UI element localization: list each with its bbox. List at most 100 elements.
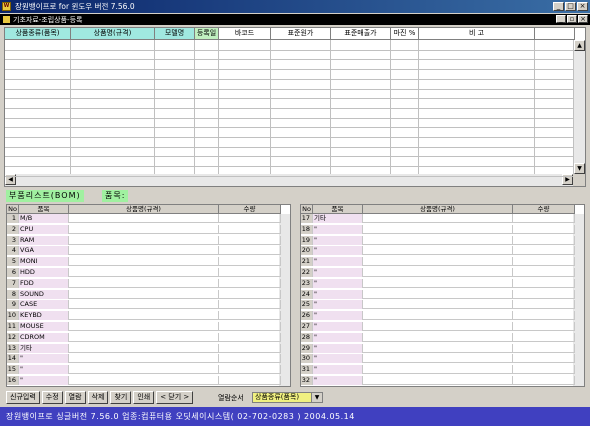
bom-row-spec[interactable]: [363, 257, 513, 267]
delete-button[interactable]: 삭제: [87, 391, 109, 404]
bom-row-qty[interactable]: [513, 343, 575, 353]
bom-row[interactable]: 20 ": [301, 246, 575, 256]
bom-row-item[interactable]: ": [19, 354, 69, 364]
bom-row-qty[interactable]: [513, 332, 575, 342]
bom-row-item[interactable]: ": [313, 322, 363, 331]
product-grid-row[interactable]: [5, 137, 573, 138]
bom-row-qty[interactable]: [219, 278, 281, 288]
bom-row[interactable]: 8 SOUND: [7, 289, 281, 299]
bom-row-qty[interactable]: [219, 332, 281, 342]
bom-row-qty[interactable]: [513, 257, 575, 267]
bom-row-spec[interactable]: [363, 235, 513, 245]
bom-row[interactable]: 31 ": [301, 365, 575, 375]
find-button[interactable]: 찾기: [110, 391, 132, 404]
bom-row-qty[interactable]: [513, 246, 575, 256]
product-grid-vscroll[interactable]: ▲ ▼: [573, 40, 585, 174]
bom-row-spec[interactable]: [363, 311, 513, 321]
bom-row-spec[interactable]: [363, 300, 513, 310]
bom-row[interactable]: 4 VGA: [7, 246, 281, 256]
bom-row[interactable]: 23 ": [301, 278, 575, 288]
bom-row[interactable]: 12 CDROM: [7, 332, 281, 342]
product-grid-header[interactable]: 표준원가: [271, 28, 331, 40]
bom-row-item[interactable]: ": [313, 311, 363, 321]
bom-row[interactable]: 15 ": [7, 365, 281, 375]
product-grid-row[interactable]: [5, 127, 573, 129]
bom-row-spec[interactable]: [69, 322, 219, 331]
bom-row-qty[interactable]: [513, 322, 575, 331]
bom-row-item[interactable]: VGA: [19, 246, 69, 256]
bom-row-item[interactable]: ": [313, 343, 363, 353]
bom-row-item[interactable]: M/B: [19, 214, 69, 223]
bom-row[interactable]: 13 기타: [7, 343, 281, 353]
product-grid-header[interactable]: 비 고: [419, 28, 535, 40]
bom-row-qty[interactable]: [513, 311, 575, 321]
bom-row-item[interactable]: ": [313, 278, 363, 288]
bom-row[interactable]: 5 MONI: [7, 257, 281, 267]
bom-row[interactable]: 19 ": [301, 235, 575, 245]
bom-row-spec[interactable]: [363, 214, 513, 223]
bom-row-item[interactable]: HDD: [19, 268, 69, 277]
bom-row-qty[interactable]: [513, 289, 575, 299]
bom-row-item[interactable]: 기타: [313, 214, 363, 223]
product-grid-row[interactable]: [5, 88, 573, 90]
product-grid-row[interactable]: [5, 107, 573, 109]
bom-row[interactable]: 1 M/B: [7, 214, 281, 223]
bom-row[interactable]: 9 CASE: [7, 300, 281, 310]
product-grid-row[interactable]: [5, 98, 573, 100]
product-grid-header[interactable]: 모델명: [155, 28, 195, 40]
bom-row-item[interactable]: ": [313, 300, 363, 310]
bom-row-item[interactable]: ": [313, 332, 363, 342]
bom-right-table[interactable]: No 품목 상품명(규격) 수량 17 기타 18 " 19 " 20 " 21 " 22 " 23 " 24 " 25…: [300, 204, 585, 387]
bom-row-spec[interactable]: [363, 322, 513, 331]
bom-row-item[interactable]: ": [313, 235, 363, 245]
product-grid-row[interactable]: [5, 59, 573, 61]
close-form-button[interactable]: < 닫기 >: [156, 391, 194, 404]
bom-row-qty[interactable]: [513, 214, 575, 223]
product-grid-row[interactable]: [5, 166, 573, 168]
bom-row-qty[interactable]: [513, 354, 575, 364]
bom-row-qty[interactable]: [219, 224, 281, 234]
bom-row[interactable]: 24 ": [301, 289, 575, 299]
bom-row-item[interactable]: ": [19, 365, 69, 375]
bom-row-qty[interactable]: [219, 257, 281, 267]
bom-row-spec[interactable]: [363, 354, 513, 364]
bom-row[interactable]: 2 CPU: [7, 224, 281, 234]
bom-header-item[interactable]: 품목: [313, 205, 363, 214]
bom-row[interactable]: 16 ": [7, 376, 281, 385]
bom-row-item[interactable]: RAM: [19, 235, 69, 245]
bom-row-item[interactable]: ": [19, 376, 69, 385]
bom-row-qty[interactable]: [513, 365, 575, 375]
bom-row[interactable]: 25 ": [301, 300, 575, 310]
bom-row-spec[interactable]: [69, 332, 219, 342]
bom-row[interactable]: 21 ": [301, 257, 575, 267]
bom-row-item[interactable]: ": [313, 224, 363, 234]
bom-row-qty[interactable]: [219, 235, 281, 245]
scroll-up-arrow-icon[interactable]: ▲: [574, 40, 585, 51]
child-close-button[interactable]: ×: [578, 15, 588, 23]
bom-row-qty[interactable]: [219, 322, 281, 331]
bom-row-item[interactable]: ": [313, 354, 363, 364]
bom-row-spec[interactable]: [69, 214, 219, 223]
bom-row-qty[interactable]: [219, 354, 281, 364]
bom-row-spec[interactable]: [69, 235, 219, 245]
bom-row-spec[interactable]: [69, 311, 219, 321]
bom-row[interactable]: 27 ": [301, 322, 575, 331]
bom-header-no[interactable]: No: [7, 205, 19, 214]
bom-row[interactable]: 22 ": [301, 268, 575, 277]
bom-header-spec[interactable]: 상품명(규격): [363, 205, 513, 214]
product-grid-header[interactable]: 마진 %: [391, 28, 419, 40]
bom-row-spec[interactable]: [69, 268, 219, 277]
bom-row-spec[interactable]: [69, 289, 219, 299]
bom-row-qty[interactable]: [513, 224, 575, 234]
bom-row[interactable]: 26 ": [301, 311, 575, 321]
bom-row-spec[interactable]: [69, 354, 219, 364]
bom-row-qty[interactable]: [219, 365, 281, 375]
bom-row[interactable]: 18 ": [301, 224, 575, 234]
bom-row-spec[interactable]: [363, 365, 513, 375]
bom-header-item[interactable]: 품목: [19, 205, 69, 214]
bom-row-item[interactable]: ": [313, 257, 363, 267]
product-grid-row[interactable]: [5, 69, 573, 71]
bom-row-item[interactable]: CDROM: [19, 332, 69, 342]
bom-row-item[interactable]: KEYBD: [19, 311, 69, 321]
bom-row-qty[interactable]: [219, 376, 281, 385]
